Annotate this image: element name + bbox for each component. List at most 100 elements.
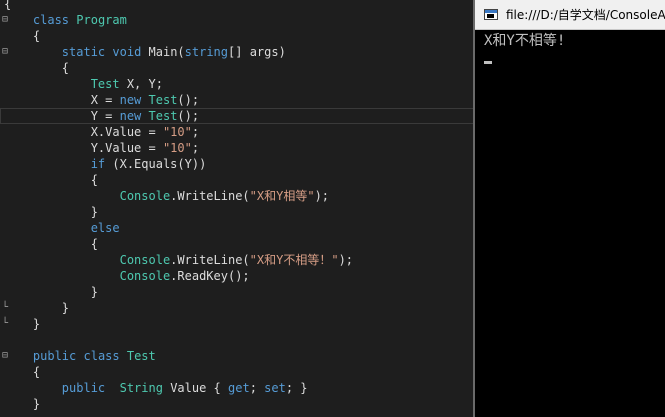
code-token: Console xyxy=(119,253,171,267)
code-token: ); xyxy=(338,253,354,267)
code-line[interactable]: public class Test xyxy=(0,348,473,364)
code-line[interactable]: } xyxy=(0,300,473,316)
code-line[interactable]: X = new Test(); xyxy=(0,92,473,108)
code-token: } xyxy=(4,301,70,315)
code-line[interactable]: Console.WriteLine("X和Y不相等！"); xyxy=(0,252,473,268)
code-token: { xyxy=(4,29,41,43)
code-line[interactable]: { xyxy=(0,28,473,44)
code-line[interactable]: else xyxy=(0,220,473,236)
code-token: { xyxy=(4,365,41,379)
code-token: new xyxy=(119,93,142,107)
code-line[interactable]: { xyxy=(0,0,473,12)
code-line[interactable]: { xyxy=(0,364,473,380)
code-line[interactable]: { xyxy=(0,60,473,76)
code-token: new xyxy=(119,109,142,123)
code-token: { xyxy=(4,61,70,75)
code-token: X.Value = xyxy=(4,125,163,139)
code-token: { xyxy=(4,173,98,187)
console-output: X和Y不相等! xyxy=(484,33,566,49)
code-line[interactable]: } xyxy=(0,316,473,332)
fold-collapse-icon[interactable]: ⊟ xyxy=(0,348,10,364)
code-token: Main( xyxy=(141,45,185,59)
console-title-bar[interactable]: file:///D:/自学文档/ConsoleA xyxy=(475,0,665,30)
code-token: "X和Y不相等！" xyxy=(249,253,339,267)
code-token: ; xyxy=(191,141,200,155)
code-token: ); xyxy=(314,189,330,203)
code-token: class xyxy=(32,13,70,27)
code-token: Test xyxy=(126,349,156,363)
code-token: Console xyxy=(119,189,171,203)
fold-end-icon: └ xyxy=(1,302,9,313)
code-token: set xyxy=(264,381,286,395)
code-line[interactable]: class Program xyxy=(0,12,473,28)
code-token: Test xyxy=(148,109,178,123)
code-token: .WriteLine( xyxy=(170,189,250,203)
code-token: public xyxy=(61,381,106,395)
code-line[interactable] xyxy=(0,332,473,348)
code-token: ; xyxy=(191,125,200,139)
code-token: { xyxy=(4,237,98,251)
code-editor[interactable]: { class Program ⊟ { static void Main(stri… xyxy=(0,0,473,417)
code-token: Test xyxy=(148,93,178,107)
code-token: Console xyxy=(119,269,171,283)
code-line[interactable]: { xyxy=(0,236,473,252)
code-line[interactable]: Y.Value = "10"; xyxy=(0,140,473,156)
code-token: ; } xyxy=(285,381,308,395)
code-token: (X.Equals(Y)) xyxy=(105,157,207,171)
code-token: class xyxy=(83,349,120,363)
code-token: X, Y; xyxy=(119,77,163,91)
code-token: (); xyxy=(177,93,200,107)
code-token: "X和Y相等" xyxy=(249,189,315,203)
code-token: } xyxy=(4,285,98,299)
code-line[interactable]: X.Value = "10"; xyxy=(0,124,473,140)
console-cursor xyxy=(484,61,492,64)
code-token: Y = xyxy=(4,109,120,123)
code-token: Value { xyxy=(162,381,228,395)
fold-collapse-icon[interactable]: ⊟ xyxy=(0,12,10,28)
code-line[interactable]: { xyxy=(0,172,473,188)
code-token: } xyxy=(4,397,41,411)
code-token: else xyxy=(90,221,120,235)
code-token: string xyxy=(184,45,229,59)
code-token: public xyxy=(32,349,77,363)
code-token: { xyxy=(4,0,12,11)
code-line[interactable]: Console.ReadKey(); xyxy=(0,268,473,284)
code-token: void xyxy=(112,45,142,59)
code-line[interactable]: if (X.Equals(Y)) xyxy=(0,156,473,172)
code-line[interactable]: Test X, Y; xyxy=(0,76,473,92)
code-token: } xyxy=(4,205,98,219)
code-token: get xyxy=(228,381,250,395)
code-token: String xyxy=(119,381,163,395)
code-line[interactable]: Y = new Test(); xyxy=(0,108,473,124)
code-line[interactable]: } xyxy=(0,204,473,220)
console-app-icon xyxy=(484,9,498,20)
code-token: Test xyxy=(90,77,120,91)
code-token: X = xyxy=(4,93,120,107)
code-line[interactable]: Console.WriteLine("X和Y相等"); xyxy=(0,188,473,204)
code-line[interactable]: static void Main(string[] args) xyxy=(0,44,473,60)
code-line[interactable]: } xyxy=(0,396,473,412)
console-title: file:///D:/自学文档/ConsoleA xyxy=(506,8,665,22)
fold-collapse-icon[interactable]: ⊟ xyxy=(0,44,10,60)
code-token: [] args) xyxy=(228,45,286,59)
code-line[interactable]: } xyxy=(0,284,473,300)
fold-end-icon: └ xyxy=(1,318,9,329)
code-token: (); xyxy=(177,109,200,123)
code-token: ; xyxy=(249,381,265,395)
code-token: if xyxy=(90,157,106,171)
code-token: "10" xyxy=(162,125,192,139)
console-window[interactable]: file:///D:/自学文档/ConsoleA X和Y不相等! xyxy=(473,0,665,417)
code-line[interactable]: public String Value { get; set; } xyxy=(0,380,473,396)
